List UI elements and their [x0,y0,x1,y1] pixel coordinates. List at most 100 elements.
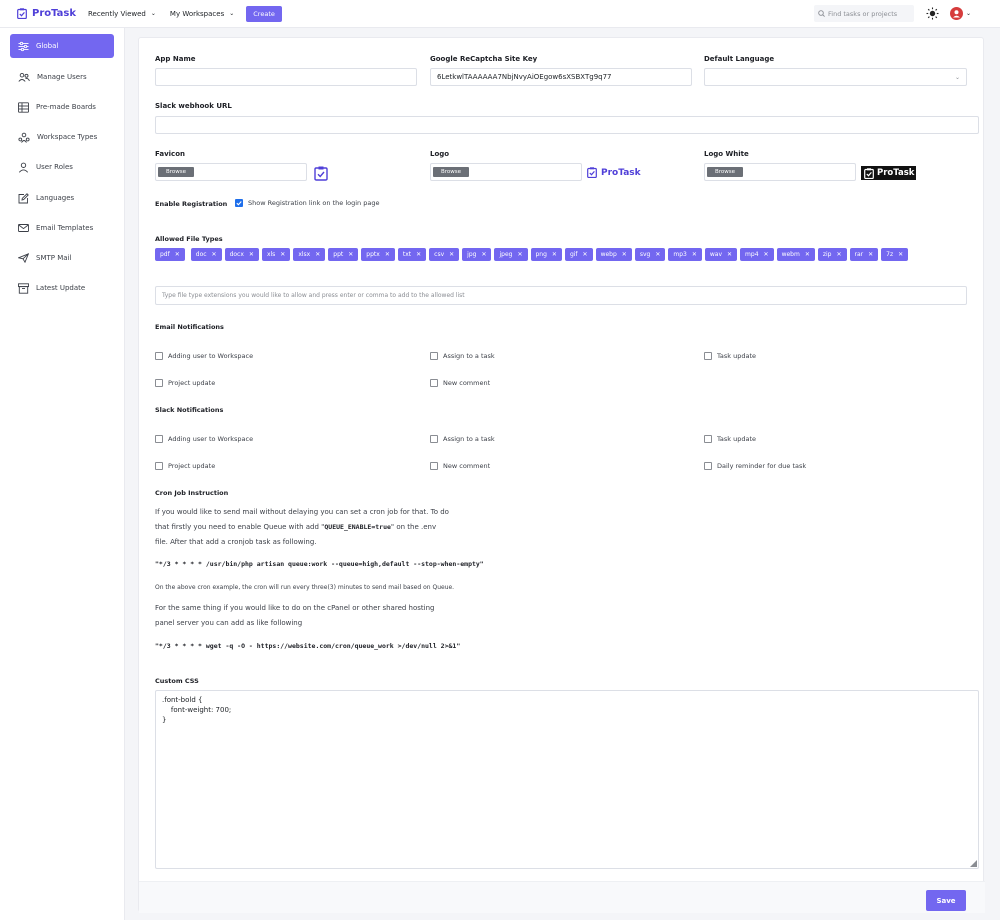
file-type-tag[interactable]: pptx ✕ [361,248,395,261]
file-type-tag[interactable]: wav ✕ [704,248,738,261]
file-type-tag[interactable]: xls ✕ [261,248,291,261]
close-icon[interactable]: ✕ [280,251,285,258]
workspace-icon [18,132,30,143]
file-type-tag[interactable]: 7z ✕ [881,248,909,261]
favicon-file-input[interactable]: Browse [155,163,307,181]
tag-label: jpg [467,251,477,258]
sidebar-item-user-roles[interactable]: User Roles [10,155,114,179]
email-notify-adding-user-checkbox[interactable]: Adding user to Workspace [155,352,253,360]
email-notify-assign-task-checkbox[interactable]: Assign to a task [430,352,495,360]
email-notify-task-update-checkbox[interactable]: Task update [704,352,756,360]
resize-handle-icon[interactable] [970,860,977,867]
checkbox-icon [704,352,712,360]
close-icon[interactable]: ✕ [836,251,841,258]
checkbox-label: Show Registration link on the login page [248,199,380,207]
browse-button[interactable]: Browse [158,167,195,177]
close-icon[interactable]: ✕ [212,251,217,258]
close-icon[interactable]: ✕ [249,251,254,258]
file-type-tag[interactable]: docx ✕ [224,248,259,261]
brand-logo[interactable]: ProTask [17,8,81,19]
file-type-tag[interactable]: txt ✕ [397,248,427,261]
email-notify-project-update-checkbox[interactable]: Project update [155,379,215,387]
file-type-tag[interactable]: jpg ✕ [462,248,492,261]
file-type-tag[interactable]: doc ✕ [190,248,222,261]
file-types-input[interactable]: Type file type extensions you would like… [155,286,967,305]
slack-notify-project-update-checkbox[interactable]: Project update [155,462,215,470]
show-registration-checkbox[interactable]: Show Registration link on the login page [235,199,379,207]
search-input[interactable]: Find tasks or projects [814,5,914,22]
file-type-tag[interactable]: xlsx ✕ [293,248,326,261]
archive-icon [18,282,29,294]
app-name-input[interactable] [155,68,417,86]
checkbox-label: Project update [168,379,216,387]
file-type-tag[interactable]: mp4 ✕ [740,248,774,261]
favicon-preview-icon [314,166,328,181]
nav-label: My Workspaces [169,9,225,18]
custom-css-textarea[interactable]: .font-bold { font-weight: 700; } [155,690,979,869]
table-icon [18,101,29,113]
slack-notify-task-update-checkbox[interactable]: Task update [704,435,756,443]
slack-notify-assign-task-checkbox[interactable]: Assign to a task [430,435,495,443]
sidebar-item-pre-made-boards[interactable]: Pre-made Boards [10,95,114,119]
close-icon[interactable]: ✕ [175,251,180,258]
sidebar-item-manage-users[interactable]: Manage Users [10,65,114,89]
nav-my-workspaces[interactable]: My Workspaces ⌄ [170,10,234,18]
file-type-tag[interactable]: png ✕ [530,248,562,261]
file-type-tag[interactable]: ppt ✕ [328,248,359,261]
close-icon[interactable]: ✕ [583,251,588,258]
file-type-tag[interactable]: rar ✕ [849,248,879,261]
close-icon[interactable]: ✕ [315,251,320,258]
close-icon[interactable]: ✕ [481,251,486,258]
sidebar-item-global[interactable]: Global [10,34,114,58]
sidebar-item-workspace-types[interactable]: Workspace Types [10,125,114,149]
close-icon[interactable]: ✕ [348,251,353,258]
tag-label: doc [195,251,207,258]
user-avatar-icon [953,10,960,18]
close-icon[interactable]: ✕ [552,251,557,258]
checkbox-icon [155,435,163,443]
close-icon[interactable]: ✕ [898,251,903,258]
nav-recently-viewed[interactable]: Recently Viewed ⌄ [88,10,156,18]
close-icon[interactable]: ✕ [805,251,810,258]
close-icon[interactable]: ✕ [449,251,454,258]
browse-button[interactable]: Browse [707,167,744,177]
sidebar-item-latest-update[interactable]: Latest Update [10,276,114,300]
file-type-tag[interactable]: pdf ✕ [155,248,185,261]
logo-white-file-input[interactable]: Browse [704,163,856,181]
close-icon[interactable]: ✕ [868,251,873,258]
file-type-tag[interactable]: webp ✕ [595,248,632,261]
close-icon[interactable]: ✕ [764,251,769,258]
close-icon[interactable]: ✕ [517,251,522,258]
create-button[interactable]: Create [246,5,282,22]
browse-button[interactable]: Browse [433,167,470,177]
file-type-tag[interactable]: csv ✕ [429,248,460,261]
theme-toggle-button[interactable] [926,7,939,22]
email-notify-new-comment-checkbox[interactable]: New comment [430,379,490,387]
sidebar-item-smtp-mail[interactable]: SMTP Mail [10,246,114,270]
tag-label: svg [639,251,651,258]
close-icon[interactable]: ✕ [692,251,697,258]
file-type-tag[interactable]: jpeg ✕ [494,248,528,261]
file-type-tag[interactable]: webm ✕ [776,248,815,261]
user-menu[interactable]: ⌄ [950,7,971,20]
sidebar-item-email-templates[interactable]: Email Templates [10,216,114,240]
cron-command: "*/3 * * * * /usr/bin/php artisan queue:… [155,560,484,568]
close-icon[interactable]: ✕ [622,251,627,258]
file-type-tag[interactable]: zip ✕ [817,248,847,261]
file-type-tag[interactable]: svg ✕ [634,248,666,261]
close-icon[interactable]: ✕ [416,251,421,258]
slack-notify-new-comment-checkbox[interactable]: New comment [430,462,490,470]
close-icon[interactable]: ✕ [655,251,660,258]
logo-file-input[interactable]: Browse [430,163,582,181]
close-icon[interactable]: ✕ [385,251,390,258]
save-button[interactable]: Save [926,890,966,911]
slack-notify-adding-user-checkbox[interactable]: Adding user to Workspace [155,435,253,443]
slack-webhook-input[interactable] [155,116,979,134]
slack-notify-daily-reminder-checkbox[interactable]: Daily reminder for due task [704,462,806,470]
file-type-tag[interactable]: mp3 ✕ [668,248,702,261]
default-language-select[interactable]: ⌄ [704,68,967,86]
recaptcha-input[interactable]: 6LetkwlTAAAAAA7NbjNvyAiOEgow6sXSBXTg9q77 [430,68,692,86]
sidebar-item-languages[interactable]: Languages [10,186,114,210]
file-type-tag[interactable]: gif ✕ [564,248,593,261]
close-icon[interactable]: ✕ [727,251,732,258]
